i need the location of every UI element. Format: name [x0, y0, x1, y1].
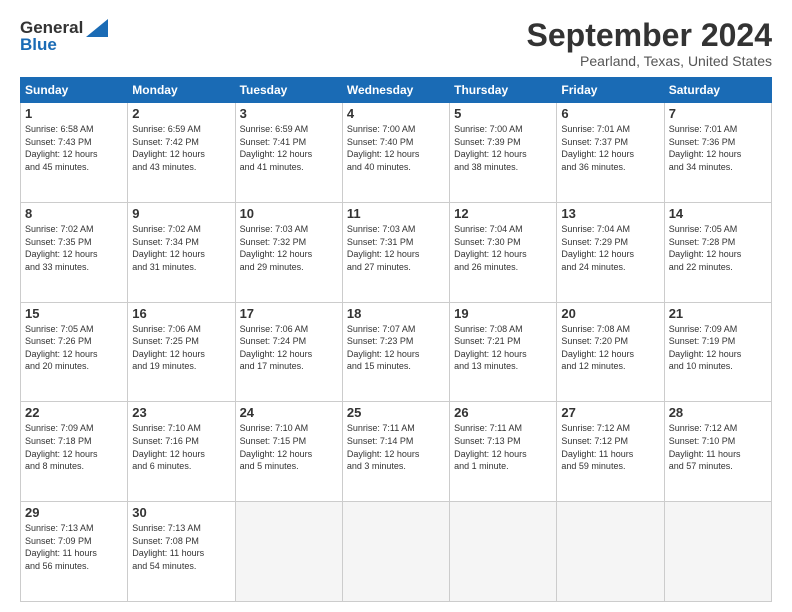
header: General Blue September 2024 Pearland, Te…	[20, 18, 772, 69]
day-cell: 24 Sunrise: 7:10 AMSunset: 7:15 PMDaylig…	[235, 402, 342, 502]
col-sunday: Sunday	[21, 78, 128, 103]
day-cell-empty	[664, 502, 771, 602]
day-cell: 15 Sunrise: 7:05 AMSunset: 7:26 PMDaylig…	[21, 302, 128, 402]
table-row: 1 Sunrise: 6:58 AMSunset: 7:43 PMDayligh…	[21, 103, 772, 203]
table-row: 22 Sunrise: 7:09 AMSunset: 7:18 PMDaylig…	[21, 402, 772, 502]
day-cell-empty	[235, 502, 342, 602]
col-thursday: Thursday	[450, 78, 557, 103]
day-cell: 18 Sunrise: 7:07 AMSunset: 7:23 PMDaylig…	[342, 302, 449, 402]
day-cell: 30 Sunrise: 7:13 AMSunset: 7:08 PMDaylig…	[128, 502, 235, 602]
table-row: 15 Sunrise: 7:05 AMSunset: 7:26 PMDaylig…	[21, 302, 772, 402]
calendar-header-row: Sunday Monday Tuesday Wednesday Thursday…	[21, 78, 772, 103]
day-cell: 9 Sunrise: 7:02 AMSunset: 7:34 PMDayligh…	[128, 202, 235, 302]
day-cell: 8 Sunrise: 7:02 AMSunset: 7:35 PMDayligh…	[21, 202, 128, 302]
day-cell: 28 Sunrise: 7:12 AMSunset: 7:10 PMDaylig…	[664, 402, 771, 502]
day-cell: 1 Sunrise: 6:58 AMSunset: 7:43 PMDayligh…	[21, 103, 128, 203]
day-cell: 5 Sunrise: 7:00 AMSunset: 7:39 PMDayligh…	[450, 103, 557, 203]
day-cell-empty	[557, 502, 664, 602]
location: Pearland, Texas, United States	[527, 53, 772, 69]
day-cell: 11 Sunrise: 7:03 AMSunset: 7:31 PMDaylig…	[342, 202, 449, 302]
month-title: September 2024	[527, 18, 772, 53]
day-cell: 20 Sunrise: 7:08 AMSunset: 7:20 PMDaylig…	[557, 302, 664, 402]
day-cell: 27 Sunrise: 7:12 AMSunset: 7:12 PMDaylig…	[557, 402, 664, 502]
title-block: September 2024 Pearland, Texas, United S…	[527, 18, 772, 69]
calendar-table: Sunday Monday Tuesday Wednesday Thursday…	[20, 77, 772, 602]
page: General Blue September 2024 Pearland, Te…	[0, 0, 792, 612]
table-row: 8 Sunrise: 7:02 AMSunset: 7:35 PMDayligh…	[21, 202, 772, 302]
day-cell: 29 Sunrise: 7:13 AMSunset: 7:09 PMDaylig…	[21, 502, 128, 602]
day-cell: 4 Sunrise: 7:00 AMSunset: 7:40 PMDayligh…	[342, 103, 449, 203]
day-cell: 13 Sunrise: 7:04 AMSunset: 7:29 PMDaylig…	[557, 202, 664, 302]
table-row: 29 Sunrise: 7:13 AMSunset: 7:09 PMDaylig…	[21, 502, 772, 602]
day-cell: 25 Sunrise: 7:11 AMSunset: 7:14 PMDaylig…	[342, 402, 449, 502]
day-cell: 10 Sunrise: 7:03 AMSunset: 7:32 PMDaylig…	[235, 202, 342, 302]
day-cell-empty	[342, 502, 449, 602]
col-monday: Monday	[128, 78, 235, 103]
col-friday: Friday	[557, 78, 664, 103]
col-wednesday: Wednesday	[342, 78, 449, 103]
col-tuesday: Tuesday	[235, 78, 342, 103]
day-cell: 22 Sunrise: 7:09 AMSunset: 7:18 PMDaylig…	[21, 402, 128, 502]
day-cell: 14 Sunrise: 7:05 AMSunset: 7:28 PMDaylig…	[664, 202, 771, 302]
day-cell: 21 Sunrise: 7:09 AMSunset: 7:19 PMDaylig…	[664, 302, 771, 402]
day-cell: 2 Sunrise: 6:59 AMSunset: 7:42 PMDayligh…	[128, 103, 235, 203]
day-cell: 23 Sunrise: 7:10 AMSunset: 7:16 PMDaylig…	[128, 402, 235, 502]
day-cell: 12 Sunrise: 7:04 AMSunset: 7:30 PMDaylig…	[450, 202, 557, 302]
day-cell: 17 Sunrise: 7:06 AMSunset: 7:24 PMDaylig…	[235, 302, 342, 402]
logo-icon	[86, 19, 108, 37]
day-cell: 16 Sunrise: 7:06 AMSunset: 7:25 PMDaylig…	[128, 302, 235, 402]
day-cell: 26 Sunrise: 7:11 AMSunset: 7:13 PMDaylig…	[450, 402, 557, 502]
day-cell-empty	[450, 502, 557, 602]
day-cell: 19 Sunrise: 7:08 AMSunset: 7:21 PMDaylig…	[450, 302, 557, 402]
logo: General Blue	[20, 18, 109, 55]
day-cell: 6 Sunrise: 7:01 AMSunset: 7:37 PMDayligh…	[557, 103, 664, 203]
logo-blue-text: Blue	[20, 35, 57, 55]
day-cell: 3 Sunrise: 6:59 AMSunset: 7:41 PMDayligh…	[235, 103, 342, 203]
day-cell: 7 Sunrise: 7:01 AMSunset: 7:36 PMDayligh…	[664, 103, 771, 203]
col-saturday: Saturday	[664, 78, 771, 103]
